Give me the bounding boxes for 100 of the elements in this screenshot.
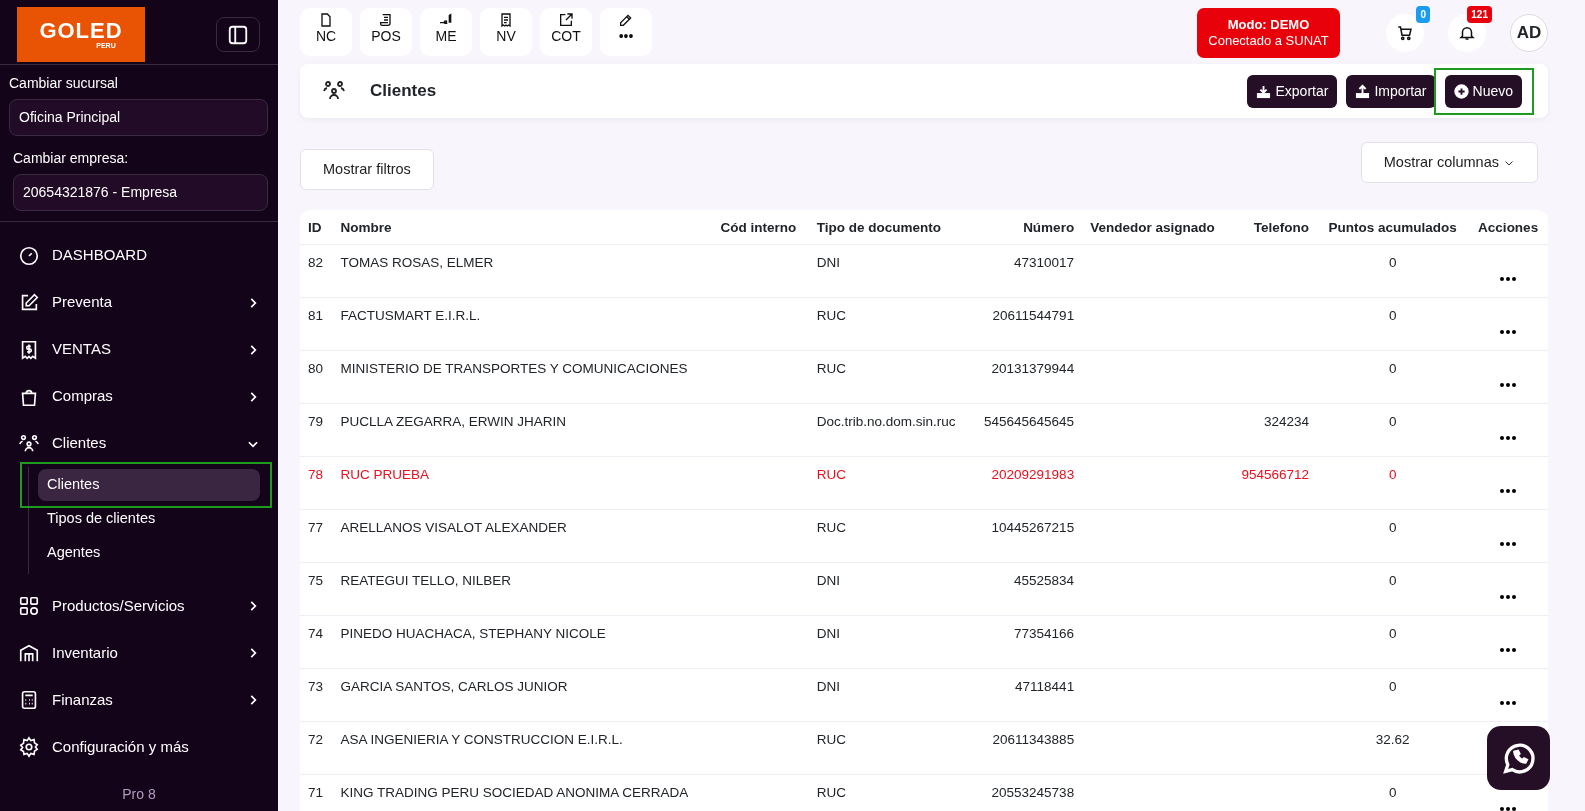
sidebar-item[interactable]: Compras bbox=[18, 373, 260, 420]
table-cell: PUCLLA ZEGARRA, ERWIN JHARIN bbox=[332, 403, 713, 457]
table-cell: 47310017 bbox=[970, 244, 1083, 298]
table-cell: 77354166 bbox=[970, 615, 1083, 669]
quick-action-button[interactable]: NV bbox=[480, 8, 532, 56]
table-cell: 954566712 bbox=[1229, 456, 1318, 510]
table-cell: 45525834 bbox=[970, 562, 1083, 616]
more-icon[interactable] bbox=[1500, 700, 1517, 705]
version-label: Pro 8 bbox=[121, 785, 157, 804]
more-icon[interactable] bbox=[1500, 488, 1517, 493]
branch-select[interactable]: Oficina Principal bbox=[9, 99, 268, 136]
table-cell: 324234 bbox=[1229, 403, 1318, 457]
column-header: Número bbox=[970, 210, 1083, 245]
quick-action-button[interactable]: COT bbox=[540, 8, 592, 56]
sidebar-toggle-button[interactable] bbox=[216, 17, 260, 52]
more-icon[interactable] bbox=[1500, 541, 1517, 546]
header-action-button[interactable]: Nuevo bbox=[1444, 74, 1522, 108]
sidebar-item[interactable]: Clientes bbox=[18, 420, 260, 467]
bell-icon bbox=[1458, 24, 1476, 42]
submenu-item[interactable]: Tipos de clientes bbox=[38, 502, 260, 535]
more-icon[interactable] bbox=[1500, 647, 1517, 652]
sidebar-item[interactable]: Productos/Servicios bbox=[18, 582, 260, 630]
more-icon[interactable] bbox=[1500, 435, 1517, 440]
table-cell: GARCIA SANTOS, CARLOS JUNIOR bbox=[332, 668, 713, 722]
table-cell: Doc.trib.no.dom.sin.ruc bbox=[808, 403, 971, 457]
table-cell: ASA INGENIERIA Y CONSTRUCCION E.I.R.L. bbox=[332, 721, 713, 775]
sidebar-item[interactable]: Configuración y más bbox=[18, 723, 260, 771]
table-cell: 0 bbox=[1317, 244, 1469, 298]
table-cell: DNI bbox=[808, 615, 971, 669]
table-cell: REATEGUI TELLO, NILBER bbox=[332, 562, 713, 616]
column-header: Nombre bbox=[332, 210, 713, 245]
table-cell: 20611343885 bbox=[970, 721, 1083, 775]
column-header: Tipo de documento bbox=[808, 210, 971, 245]
table-cell: 73 bbox=[300, 668, 333, 722]
page-title: Clientes bbox=[370, 80, 438, 103]
sidebar-item[interactable]: DASHBOARD bbox=[18, 232, 260, 279]
more-icon[interactable] bbox=[1500, 806, 1517, 811]
upload-icon bbox=[1355, 83, 1371, 99]
table-cell: 82 bbox=[300, 244, 333, 298]
table-cell: 72 bbox=[300, 721, 333, 775]
table-cell: 74 bbox=[300, 615, 333, 669]
company-select[interactable]: 20654321876 - Empresa bbox=[13, 174, 268, 211]
table-cell: 0 bbox=[1317, 456, 1469, 510]
column-header: ID bbox=[300, 210, 333, 245]
show-filters-button[interactable]: Mostrar filtros bbox=[300, 149, 434, 190]
sidebar-item[interactable]: Finanzas bbox=[18, 676, 260, 724]
table-cell: 81 bbox=[300, 297, 333, 351]
table-cell: 20553245738 bbox=[970, 774, 1083, 811]
table-cell: 32.62 bbox=[1317, 721, 1469, 775]
user-avatar[interactable]: AD bbox=[1510, 14, 1548, 52]
table-cell: 80 bbox=[300, 350, 333, 404]
show-columns-button[interactable]: Mostrar columnas bbox=[1360, 142, 1538, 183]
notification-count: 121 bbox=[1467, 6, 1492, 23]
sidebar-item[interactable]: Preventa bbox=[18, 279, 260, 326]
table-cell: 71 bbox=[300, 774, 333, 811]
cart-icon bbox=[1396, 24, 1414, 42]
table-cell: RUC bbox=[808, 774, 971, 811]
more-icon[interactable] bbox=[1500, 594, 1517, 599]
table-cell: 0 bbox=[1317, 350, 1469, 404]
quick-action-button[interactable]: ••• bbox=[600, 8, 652, 56]
table-cell: 0 bbox=[1317, 774, 1469, 811]
branch-label: Cambiar sucursal bbox=[9, 74, 119, 93]
download-icon bbox=[1256, 83, 1272, 99]
whatsapp-button[interactable] bbox=[1487, 726, 1550, 790]
column-header: Cód interno bbox=[712, 210, 809, 245]
table-cell: 0 bbox=[1317, 403, 1469, 457]
table-cell: 0 bbox=[1317, 615, 1469, 669]
quick-action-button[interactable]: NC bbox=[300, 8, 352, 56]
grid-shapes-icon bbox=[18, 594, 40, 617]
more-icon[interactable] bbox=[1500, 276, 1517, 281]
column-header: Puntos acumulados bbox=[1317, 210, 1469, 245]
table-cell: 20131379944 bbox=[970, 350, 1083, 404]
table-cell: 79 bbox=[300, 403, 333, 457]
quick-action-button[interactable]: ME bbox=[420, 8, 472, 56]
more-icon[interactable] bbox=[1500, 329, 1517, 334]
table-cell: ARELLANOS VISALOT ALEXANDER bbox=[332, 509, 713, 563]
table-cell: RUC bbox=[808, 350, 971, 404]
submenu-item[interactable]: Clientes bbox=[38, 469, 260, 501]
column-header: Telefono bbox=[1229, 210, 1318, 245]
sidebar-item[interactable]: Inventario bbox=[18, 629, 260, 677]
submenu-item[interactable]: Agentes bbox=[38, 536, 260, 569]
table-cell: FACTUSMART E.I.R.L. bbox=[332, 297, 713, 351]
mode-badge: Modo: DEMO Conectado a SUNAT bbox=[1197, 8, 1340, 58]
plus-circle-icon bbox=[1453, 83, 1469, 99]
table-cell: RUC bbox=[808, 509, 971, 563]
table-cell: 47118441 bbox=[970, 668, 1083, 722]
header-action-button[interactable]: Exportar bbox=[1247, 74, 1338, 108]
table-cell: 0 bbox=[1317, 668, 1469, 722]
sidebar-item[interactable]: VENTAS bbox=[18, 326, 260, 373]
more-icon[interactable] bbox=[1500, 382, 1517, 387]
gear-icon bbox=[18, 735, 40, 758]
table-cell: MINISTERIO DE TRANSPORTES Y COMUNICACIONES bbox=[332, 350, 713, 404]
gauge-icon bbox=[18, 244, 40, 267]
table-cell: PINEDO HUACHACA, STEPHANY NICOLE bbox=[332, 615, 713, 669]
table-cell: RUC PRUEBA bbox=[332, 456, 713, 510]
sidebar-panel-icon bbox=[227, 23, 249, 46]
table-cell: 20611544791 bbox=[970, 297, 1083, 351]
quick-action-button[interactable]: POS bbox=[360, 8, 412, 56]
scroll-icon bbox=[378, 12, 394, 28]
header-action-button[interactable]: Importar bbox=[1346, 74, 1436, 108]
